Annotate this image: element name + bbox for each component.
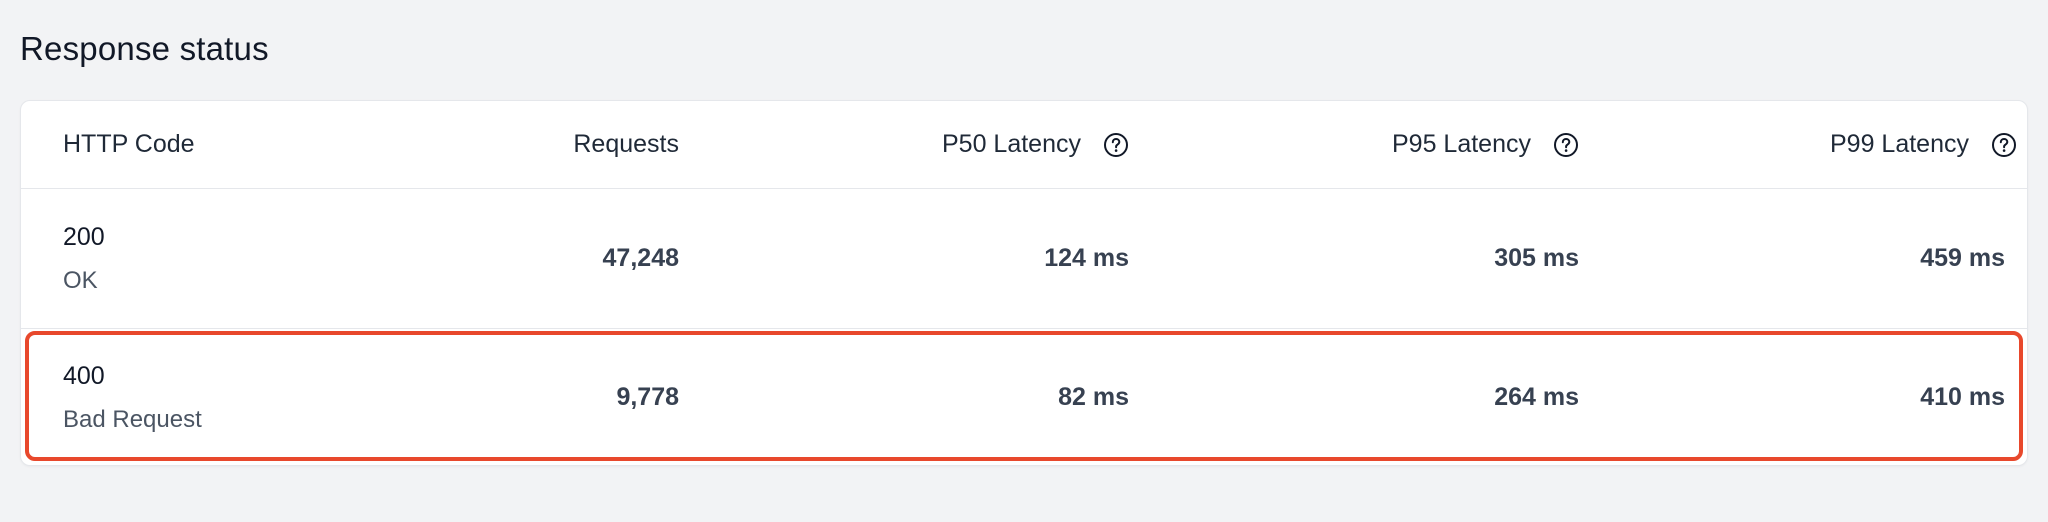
requests-value: 47,248: [602, 244, 679, 272]
p50-cell: 124 ms: [679, 189, 1129, 328]
requests-cell: 47,248: [443, 189, 679, 328]
header-p99-label: P99 Latency: [1830, 130, 1969, 158]
header-http-code: HTTP Code: [63, 101, 443, 188]
table-header-row: HTTP Code Requests P50 Latency P95 Laten…: [21, 101, 2027, 189]
http-status-text: Bad Request: [63, 405, 202, 433]
p95-cell: 264 ms: [1129, 329, 1579, 466]
header-p99-latency: P99 Latency: [1579, 101, 2029, 188]
http-code: 200: [63, 222, 105, 251]
requests-cell: 9,778: [443, 329, 679, 466]
p50-help-icon[interactable]: [1103, 132, 1129, 158]
p99-help-icon[interactable]: [1991, 132, 2017, 158]
p50-value: 82 ms: [1058, 383, 1129, 411]
header-p95-latency: P95 Latency: [1129, 101, 1579, 188]
p95-value: 264 ms: [1494, 383, 1579, 411]
p99-value: 459 ms: [1920, 244, 2005, 272]
p95-cell: 305 ms: [1129, 189, 1579, 328]
section-title: Response status: [20, 30, 269, 67]
p50-value: 124 ms: [1044, 244, 1129, 272]
header-http-code-label: HTTP Code: [63, 130, 195, 158]
table-row[interactable]: 400 Bad Request 9,778 82 ms 264 ms 410 m…: [21, 329, 2027, 466]
header-requests: Requests: [443, 101, 679, 188]
p99-cell: 410 ms: [1579, 329, 2029, 466]
p50-cell: 82 ms: [679, 329, 1129, 466]
table-row[interactable]: 200 OK 47,248 124 ms 305 ms 459 ms: [21, 189, 2027, 329]
requests-value: 9,778: [616, 383, 679, 411]
p99-value: 410 ms: [1920, 383, 2005, 411]
p95-help-icon[interactable]: [1553, 132, 1579, 158]
header-p95-label: P95 Latency: [1392, 130, 1531, 158]
response-status-table: HTTP Code Requests P50 Latency P95 Laten…: [20, 100, 2028, 466]
p95-value: 305 ms: [1494, 244, 1579, 272]
header-p50-label: P50 Latency: [942, 130, 1081, 158]
http-status-text: OK: [63, 266, 98, 294]
header-requests-label: Requests: [573, 130, 679, 158]
p99-cell: 459 ms: [1579, 189, 2029, 328]
http-code-cell: 400 Bad Request: [63, 329, 443, 466]
http-code: 400: [63, 361, 105, 390]
header-p50-latency: P50 Latency: [679, 101, 1129, 188]
http-code-cell: 200 OK: [63, 189, 443, 328]
